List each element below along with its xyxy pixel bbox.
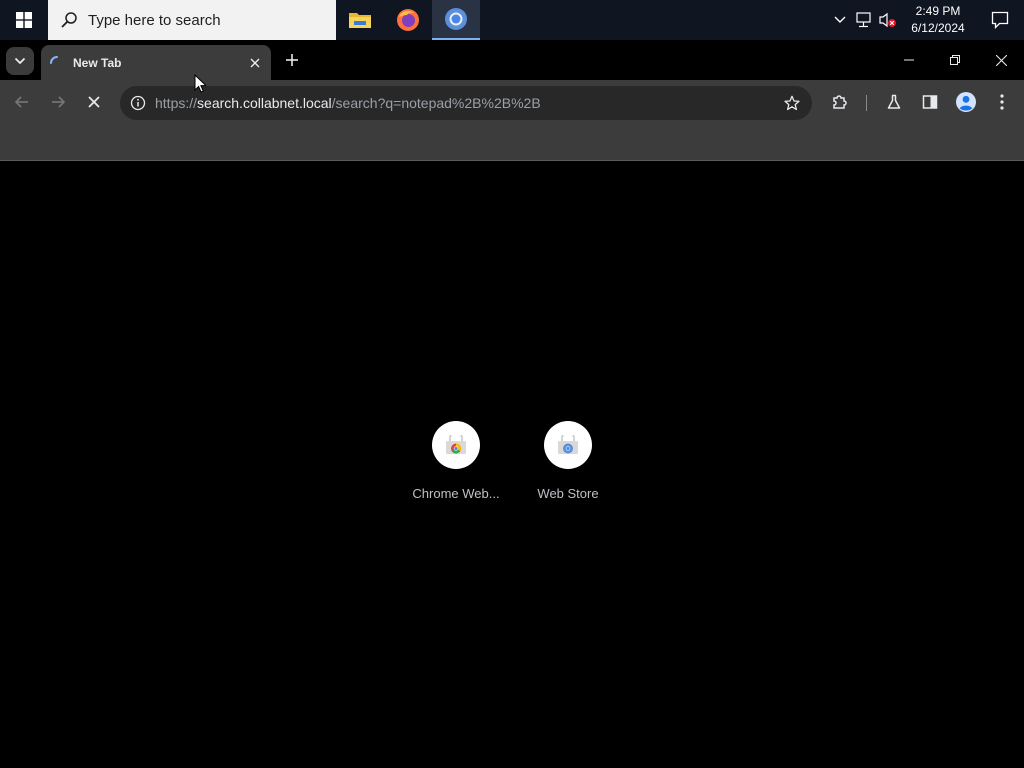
action-center-button[interactable] <box>976 0 1024 40</box>
search-icon <box>58 9 80 31</box>
show-hidden-icons-button[interactable] <box>828 0 852 40</box>
mouse-cursor-icon <box>194 74 206 93</box>
close-icon <box>995 54 1007 66</box>
url-scheme: https:// <box>155 95 198 111</box>
address-bar[interactable]: https://search.collabnet.local/search?q=… <box>120 86 812 120</box>
chrome-web-store-icon <box>446 435 466 454</box>
info-icon <box>130 95 146 111</box>
windows-logo-icon <box>16 12 32 28</box>
taskbar-app-chrome[interactable] <box>432 0 480 40</box>
bookmark-star-button[interactable] <box>782 93 802 113</box>
shortcut-web-store[interactable]: Web Store <box>512 421 624 501</box>
minimize-button[interactable] <box>886 40 932 80</box>
taskbar-app-firefox[interactable] <box>384 0 432 40</box>
toolbar-separator <box>866 95 867 111</box>
system-tray: 2:49 PM 6/12/2024 <box>828 0 1024 40</box>
windows-taskbar: Type here to search 2:49 PM 6/12/2024 <box>0 0 1024 40</box>
bookmarks-bar <box>0 125 1024 161</box>
url-path: /search?q=notepad%2B%2B%2B <box>331 95 541 111</box>
clock-date: 6/12/2024 <box>911 21 965 35</box>
taskbar-search-box[interactable]: Type here to search <box>48 0 336 40</box>
shortcut-icon-tile <box>432 421 480 469</box>
plus-icon <box>286 54 298 66</box>
tab-title: New Tab <box>73 55 122 70</box>
more-vertical-icon <box>1000 94 1004 110</box>
clock-time: 2:49 PM <box>915 4 961 18</box>
puzzle-piece-icon <box>833 95 847 109</box>
restore-icon <box>950 55 960 65</box>
side-panel-button[interactable] <box>916 88 944 116</box>
arrow-left-icon <box>14 96 28 108</box>
taskbar-clock[interactable]: 2:49 PM 6/12/2024 <box>900 3 976 37</box>
tab-search-button[interactable] <box>6 47 34 75</box>
chrome-menu-button[interactable] <box>988 88 1016 116</box>
shortcut-label: Chrome Web... <box>412 486 500 501</box>
notification-icon <box>991 11 1009 29</box>
extensions-button[interactable] <box>826 88 854 116</box>
chrome-icon <box>445 8 467 30</box>
browser-toolbar: https://search.collabnet.local/search?q=… <box>0 80 1024 125</box>
shortcut-icon-tile <box>544 421 592 469</box>
tab-new-tab[interactable]: New Tab <box>41 45 271 80</box>
shortcut-chrome-web-store[interactable]: Chrome Web... <box>400 421 512 501</box>
side-panel-icon <box>922 95 938 109</box>
chevron-up-icon <box>834 16 846 23</box>
firefox-icon <box>397 9 419 31</box>
labs-button[interactable] <box>880 88 908 116</box>
loading-spinner-icon <box>50 55 58 64</box>
close-icon <box>250 58 260 67</box>
taskbar-search-placeholder: Type here to search <box>88 11 221 29</box>
close-window-button[interactable] <box>978 40 1024 80</box>
network-icon[interactable] <box>852 0 876 40</box>
site-info-button[interactable] <box>121 95 155 111</box>
stop-loading-button[interactable] <box>80 88 108 116</box>
avatar-icon <box>956 92 976 112</box>
new-tab-page: Chrome Web... Web Store <box>0 161 1024 768</box>
address-bar-url: https://search.collabnet.local/search?q=… <box>155 95 541 111</box>
start-button[interactable] <box>0 0 48 40</box>
flask-icon <box>887 94 901 109</box>
restore-button[interactable] <box>932 40 978 80</box>
web-store-icon <box>558 435 578 454</box>
new-tab-button[interactable] <box>280 48 304 72</box>
forward-button[interactable] <box>44 88 72 116</box>
close-tab-button[interactable] <box>247 55 263 71</box>
browser-tab-strip: New Tab <box>0 40 1024 80</box>
profile-button[interactable] <box>952 88 980 116</box>
url-host: search.collabnet.local <box>197 95 332 111</box>
taskbar-pinned-apps <box>336 0 480 40</box>
chevron-down-icon <box>14 57 26 65</box>
star-icon <box>784 95 800 111</box>
shortcut-label: Web Store <box>537 486 599 501</box>
volume-muted-icon[interactable] <box>876 0 900 40</box>
file-explorer-icon <box>349 13 371 28</box>
close-icon <box>88 96 100 108</box>
taskbar-app-file-explorer[interactable] <box>336 0 384 40</box>
back-button[interactable] <box>8 88 36 116</box>
minimize-icon <box>904 59 914 61</box>
arrow-right-icon <box>52 96 66 108</box>
